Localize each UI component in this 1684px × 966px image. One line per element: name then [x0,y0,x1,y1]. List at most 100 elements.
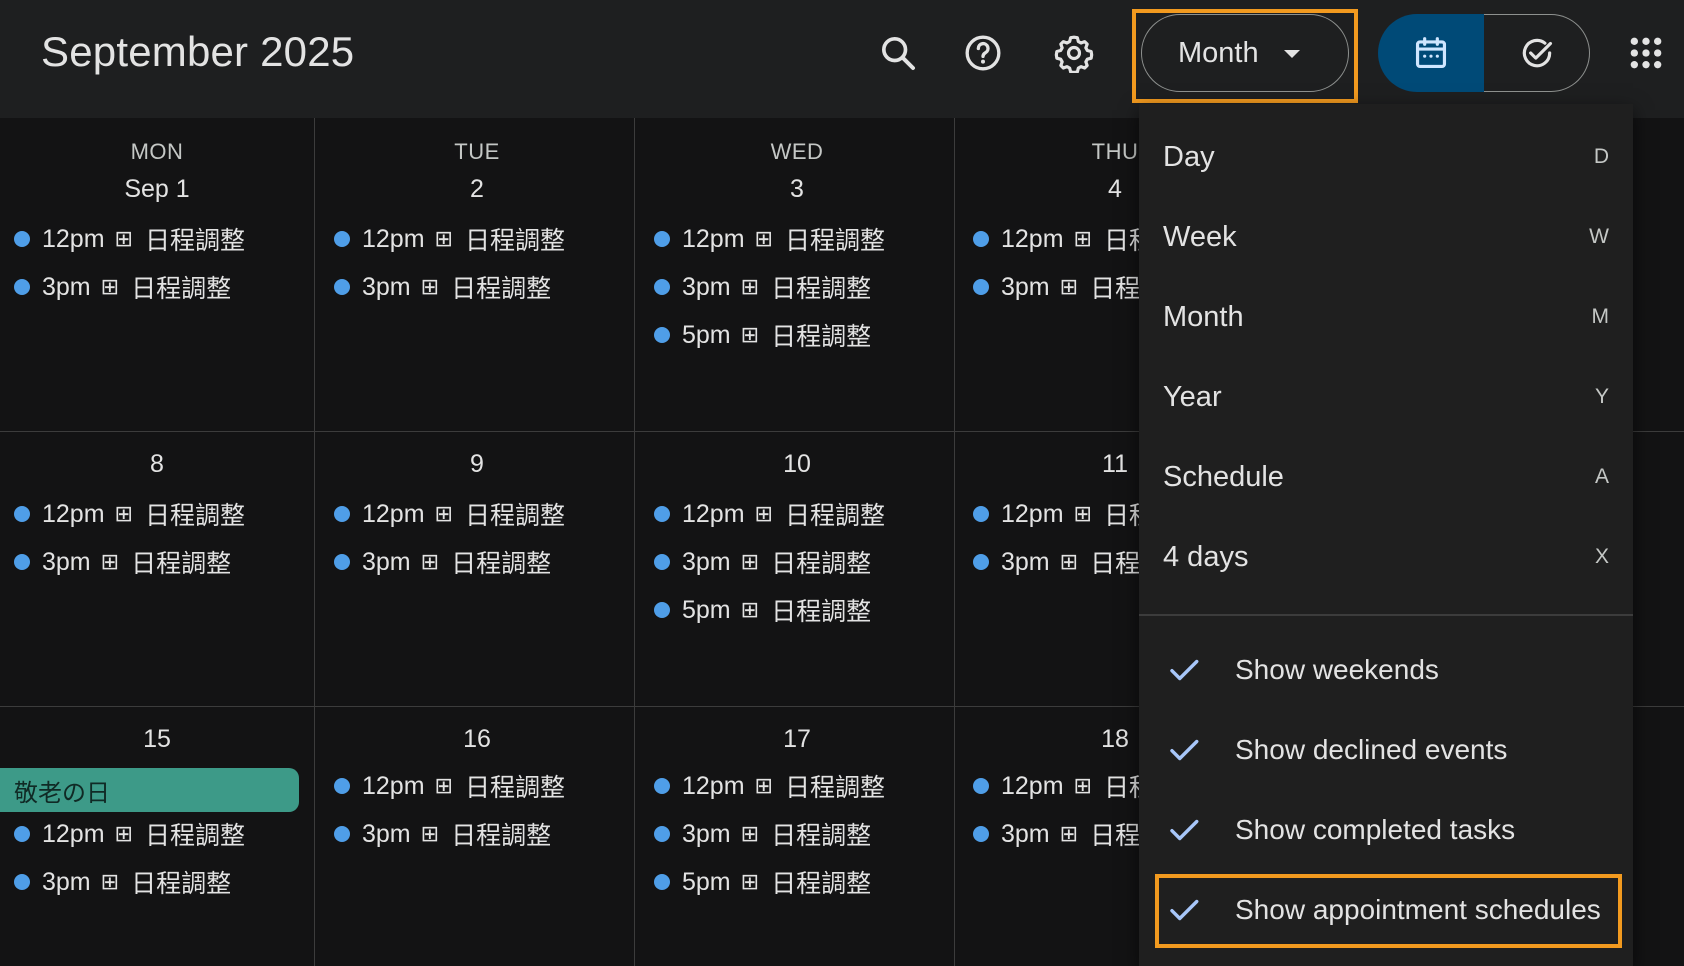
calendar-event[interactable]: 3pm ⊞ 日程調整 [654,269,871,305]
day-number[interactable]: 15 [0,725,314,754]
calendar-event[interactable]: 3pm ⊞ 日程調整 [334,816,551,852]
day-number[interactable]: 3 [640,175,954,204]
weekday-header: TUE [454,139,500,164]
day-number[interactable]: 10 [640,450,954,479]
event-dot [654,826,670,842]
event-time: 12pm [682,224,745,253]
option-show-weekends[interactable]: Show weekends [1139,630,1633,710]
calendar-icon [1415,37,1447,69]
calendar-event[interactable]: 3pm ⊞ 日程調整 [973,816,1139,852]
option-show-completed-tasks[interactable]: Show completed tasks [1139,790,1633,870]
tasks-view-button[interactable] [1484,14,1590,92]
calendar-event[interactable]: 3pm ⊞ 日程調整 [14,864,231,900]
calendar-event[interactable]: 3pm ⊞ 日程調整 [654,816,871,852]
calendar-event[interactable]: 12pm ⊞ 日程調整 [334,768,565,804]
option-label: Show weekends [1235,654,1439,685]
appointment-grid-icon: ⊞ [740,274,760,300]
event-dot [973,506,989,522]
calendar-event[interactable]: 12pm ⊞ 日程調整 [654,221,885,257]
calendar-event[interactable]: 12pm ⊞ 日程調整 [14,221,245,257]
event-title: 日程調整 [451,822,552,850]
menu-item-label: Month [1163,300,1244,333]
menu-item-label: Day [1163,140,1215,173]
event-time: 3pm [682,272,731,301]
event-dot [973,778,989,794]
menu-item-month[interactable]: Month M [1139,277,1633,357]
event-title: 日程調整 [1103,774,1139,802]
event-dot [973,826,989,842]
option-show-appointment-schedules[interactable]: Show appointment schedules [1139,870,1633,950]
appointment-grid-icon: ⊞ [1073,226,1092,252]
calendar-view-button[interactable] [1378,14,1484,92]
calendar-event[interactable]: 3pm ⊞ 日程調整 [14,269,231,305]
calendar-event[interactable]: 12pm ⊞ 日程調整 [654,768,885,804]
appointment-grid-icon: ⊞ [100,274,120,300]
calendar-event[interactable]: 12pm ⊞ 日程調整 [973,496,1139,532]
event-time: 3pm [42,272,91,301]
calendar-event[interactable]: 5pm ⊞ 日程調整 [654,864,871,900]
event-dot [654,602,670,618]
option-show-declined-events[interactable]: Show declined events [1139,710,1633,790]
calendar-event[interactable]: 3pm ⊞ 日程調整 [14,544,231,580]
option-label: Show appointment schedules [1235,894,1601,925]
holiday-event[interactable]: 敬老の日 [0,768,299,812]
weekday-header: WED [770,139,824,164]
event-title: 日程調整 [784,502,885,530]
help-icon[interactable] [956,26,1010,80]
day-number[interactable]: 9 [320,450,634,479]
day-number[interactable]: 16 [320,725,634,754]
event-time: 12pm [682,771,745,800]
calendar-event[interactable]: 5pm ⊞ 日程調整 [654,592,871,628]
menu-item-label: 4 days [1163,540,1249,573]
event-title: 日程調整 [1090,550,1139,578]
calendar-event[interactable]: 3pm ⊞ 日程調整 [334,544,551,580]
calendar-event[interactable]: 5pm ⊞ 日程調整 [654,317,871,353]
view-switcher-dropdown[interactable]: Month [1141,14,1349,92]
calendar-event[interactable]: 3pm ⊞ 日程調整 [973,544,1139,580]
event-title: 日程調整 [131,550,232,578]
calendar-event[interactable]: 3pm ⊞ 日程調整 [654,544,871,580]
event-dot [334,231,350,247]
menu-item-4-days[interactable]: 4 days X [1139,517,1633,597]
day-number[interactable]: 17 [640,725,954,754]
event-title: 日程調整 [1103,227,1139,255]
menu-item-year[interactable]: Year Y [1139,357,1633,437]
event-dot [14,554,30,570]
calendar-event[interactable]: 12pm ⊞ 日程調整 [334,496,565,532]
event-time: 3pm [1001,272,1050,301]
menu-item-week[interactable]: Week W [1139,197,1633,277]
checkmark-icon [1170,659,1199,681]
calendar-event[interactable]: 12pm ⊞ 日程調整 [14,816,245,852]
day-number[interactable]: 8 [0,450,314,479]
day-number[interactable]: 2 [320,175,634,204]
menu-item-schedule[interactable]: Schedule A [1139,437,1633,517]
calendar-event[interactable]: 3pm ⊞ 日程調整 [334,269,551,305]
calendar-event[interactable]: 12pm ⊞ 日程調整 [973,221,1139,257]
appointment-grid-icon: ⊞ [740,869,760,895]
event-dot [654,231,670,247]
apps-grid-icon[interactable] [1619,26,1673,80]
calendar-event[interactable]: 12pm ⊞ 日程調整 [334,221,565,257]
event-dot [654,554,670,570]
event-time: 3pm [1001,819,1050,848]
checkmark-icon [1170,899,1199,921]
search-icon[interactable] [871,26,925,80]
calendar-event[interactable]: 12pm ⊞ 日程調整 [14,496,245,532]
menu-item-day[interactable]: Day D [1139,117,1633,197]
event-time: 12pm [42,224,105,253]
shortcut-key: X [1594,545,1609,568]
event-title: 日程調整 [1103,502,1139,530]
event-time: 3pm [42,547,91,576]
day-number[interactable]: Sep 1 [0,175,314,204]
calendar-event[interactable]: 12pm ⊞ 日程調整 [654,496,885,532]
event-dot [654,778,670,794]
shortcut-key: M [1591,305,1610,328]
event-time: 12pm [362,771,425,800]
view-menu: Day D Week W Month M Year Y Schedule A 4 days… [1139,104,1633,966]
event-dot [334,826,350,842]
appointment-grid-icon: ⊞ [434,501,453,527]
appointment-grid-icon: ⊞ [740,821,760,847]
calendar-event[interactable]: 12pm ⊞ 日程調整 [973,768,1139,804]
calendar-event[interactable]: 3pm ⊞ 日程調整 [973,269,1139,305]
settings-icon[interactable] [1047,26,1101,80]
